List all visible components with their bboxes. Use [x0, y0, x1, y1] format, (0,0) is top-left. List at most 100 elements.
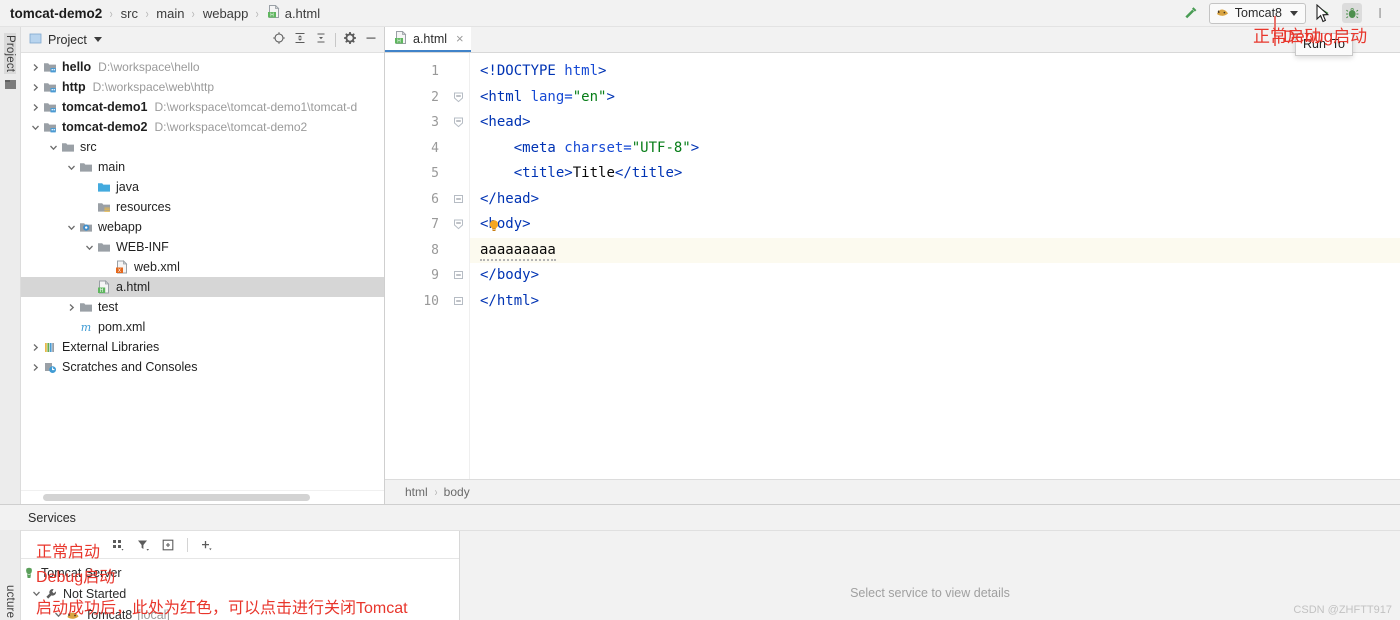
- bottom-tool-strip: ucture: [0, 530, 21, 620]
- project-horizontal-scrollbar[interactable]: [21, 490, 384, 504]
- fold-row: [447, 136, 469, 162]
- chevron-down-icon[interactable]: [65, 163, 78, 172]
- code-token: <meta: [513, 139, 565, 156]
- code-token: >: [606, 88, 615, 105]
- code-line[interactable]: <body>: [480, 212, 1400, 238]
- chevron-down-icon[interactable]: [65, 223, 78, 232]
- tree-node-label: webapp: [98, 220, 142, 234]
- editor-code-area[interactable]: <!DOCTYPE html> <html lang="en"> <head> <m…: [470, 53, 1400, 479]
- code-line[interactable]: aaaaaaaaa: [470, 237, 1400, 263]
- tool-window-button-structure[interactable]: ucture: [4, 583, 16, 620]
- code-line[interactable]: <!DOCTYPE html>: [480, 59, 1400, 85]
- tree-node-web-inf[interactable]: WEB-INF: [21, 237, 384, 257]
- services-header: Services: [0, 505, 1400, 531]
- breadcrumb-item-main[interactable]: main: [154, 6, 186, 21]
- status-breadcrumb-body[interactable]: body: [444, 485, 470, 499]
- breadcrumb-item-project[interactable]: tomcat-demo2: [8, 6, 104, 21]
- chevron-right-icon[interactable]: [29, 103, 42, 112]
- editor-tab-a-html[interactable]: H a.html ×: [385, 27, 471, 52]
- locate-target-icon[interactable]: [272, 31, 286, 48]
- filter-icon[interactable]: [136, 538, 151, 552]
- code-line[interactable]: <head>: [480, 110, 1400, 136]
- editor-fold-gutter[interactable]: [447, 53, 470, 479]
- code-line[interactable]: </html>: [480, 289, 1400, 315]
- chevron-down-icon[interactable]: [47, 143, 60, 152]
- expand-icon[interactable]: [161, 538, 176, 552]
- status-breadcrumb-html[interactable]: html: [405, 485, 428, 499]
- add-icon[interactable]: [199, 538, 214, 552]
- chevron-right-icon[interactable]: [29, 343, 42, 352]
- chevron-right-icon[interactable]: [65, 303, 78, 312]
- tree-node-webapp[interactable]: webapp: [21, 217, 384, 237]
- project-tree[interactable]: hello D:\workspace\hello http D:\workspace\…: [21, 53, 384, 490]
- lightbulb-icon[interactable]: [488, 219, 499, 232]
- tree-node-scratches-and-consoles[interactable]: Scratches and Consoles: [21, 357, 384, 377]
- chevron-down-icon[interactable]: [83, 243, 96, 252]
- scrollbar-thumb[interactable]: [43, 494, 310, 501]
- close-icon[interactable]: ×: [456, 32, 464, 45]
- chevron-down-icon[interactable]: [52, 610, 65, 619]
- expand-all-icon[interactable]: [293, 31, 307, 48]
- services-tree[interactable]: Tomcat Server Not Started Tomcat8 [local]: [0, 559, 459, 620]
- code-line[interactable]: </head>: [480, 187, 1400, 213]
- tree-node-tomcat-demo2[interactable]: tomcat-demo2 D:\workspace\tomcat-demo2: [21, 117, 384, 137]
- chevron-right-icon[interactable]: [29, 63, 42, 72]
- hammer-icon[interactable]: [1181, 3, 1201, 23]
- tree-node-tomcat-demo1[interactable]: tomcat-demo1 D:\workspace\tomcat-demo1\to…: [21, 97, 384, 117]
- tree-node-external-libraries[interactable]: External Libraries: [21, 337, 384, 357]
- tree-node-main[interactable]: main: [21, 157, 384, 177]
- run-configuration-selector[interactable]: Tomcat8: [1208, 2, 1306, 24]
- tree-node-test[interactable]: test: [21, 297, 384, 317]
- fold-row[interactable]: [447, 187, 469, 213]
- tree-node-hello[interactable]: hello D:\workspace\hello: [21, 57, 384, 77]
- editor-body[interactable]: 1 2 3 4 5 6 7 8 9 10 <!DOCTYPE html> <html lang="e…: [385, 53, 1400, 479]
- debug-button[interactable]: [1342, 3, 1362, 23]
- tree-node-http[interactable]: http D:\workspace\web\http: [21, 77, 384, 97]
- fold-row[interactable]: [447, 289, 469, 315]
- code-line[interactable]: <html lang="en">: [480, 85, 1400, 111]
- chevron-down-icon[interactable]: [29, 123, 42, 132]
- code-line[interactable]: <title>Title</title>: [480, 161, 1400, 187]
- fold-collapse-icon[interactable]: [453, 117, 464, 128]
- watermark: CSDN @ZHFTT917: [1293, 604, 1392, 616]
- tree-node-label: test: [98, 300, 119, 314]
- chevron-right-icon[interactable]: [29, 363, 42, 372]
- tree-node-a-html[interactable]: Ha.html: [21, 277, 384, 297]
- tree-node-src[interactable]: src: [21, 137, 384, 157]
- collapse-all-icon[interactable]: [314, 31, 328, 48]
- svg-text:m: m: [81, 321, 91, 334]
- fold-row[interactable]: [447, 85, 469, 111]
- fold-collapse-icon[interactable]: [453, 92, 464, 103]
- tree-node-resources[interactable]: resources: [21, 197, 384, 217]
- code-token: html: [564, 63, 599, 79]
- tree-node-web-xml[interactable]: Xweb.xml: [21, 257, 384, 277]
- fold-row[interactable]: [447, 110, 469, 136]
- code-line[interactable]: </body>: [480, 263, 1400, 289]
- fold-expand-icon[interactable]: [453, 194, 464, 205]
- breadcrumb-item-src[interactable]: src: [119, 6, 140, 21]
- code-line[interactable]: <meta charset="UTF-8">: [480, 136, 1400, 162]
- fold-row[interactable]: [447, 263, 469, 289]
- resource-folder-icon: [96, 200, 112, 214]
- chevron-down-icon[interactable]: [30, 589, 43, 598]
- services-tree-node-tomcat-server[interactable]: Tomcat Server: [0, 562, 459, 583]
- chevron-right-icon[interactable]: [29, 83, 42, 92]
- breadcrumb-item-file[interactable]: H a.html: [265, 4, 322, 21]
- html-file-icon: H: [267, 4, 280, 21]
- breadcrumb-item-webapp[interactable]: webapp: [201, 6, 251, 21]
- chevron-down-icon[interactable]: [93, 37, 102, 42]
- more-vertical-icon[interactable]: [1370, 3, 1390, 23]
- tree-node-pom-xml[interactable]: m pom.xml: [21, 317, 384, 337]
- hide-minimize-icon[interactable]: [364, 31, 378, 48]
- group-by-icon[interactable]: [111, 538, 126, 552]
- fold-row[interactable]: [447, 212, 469, 238]
- settings-gear-icon[interactable]: [343, 31, 357, 48]
- services-tree-node-tomcat8[interactable]: Tomcat8 [local]: [0, 604, 459, 620]
- tool-window-button-project[interactable]: Project: [4, 33, 16, 75]
- fold-expand-icon[interactable]: [453, 296, 464, 307]
- fold-expand-icon[interactable]: [453, 270, 464, 281]
- tree-node-java[interactable]: java: [21, 177, 384, 197]
- run-button[interactable]: [1314, 3, 1334, 23]
- fold-collapse-icon[interactable]: [453, 219, 464, 230]
- services-tree-node-not-started[interactable]: Not Started: [0, 583, 459, 604]
